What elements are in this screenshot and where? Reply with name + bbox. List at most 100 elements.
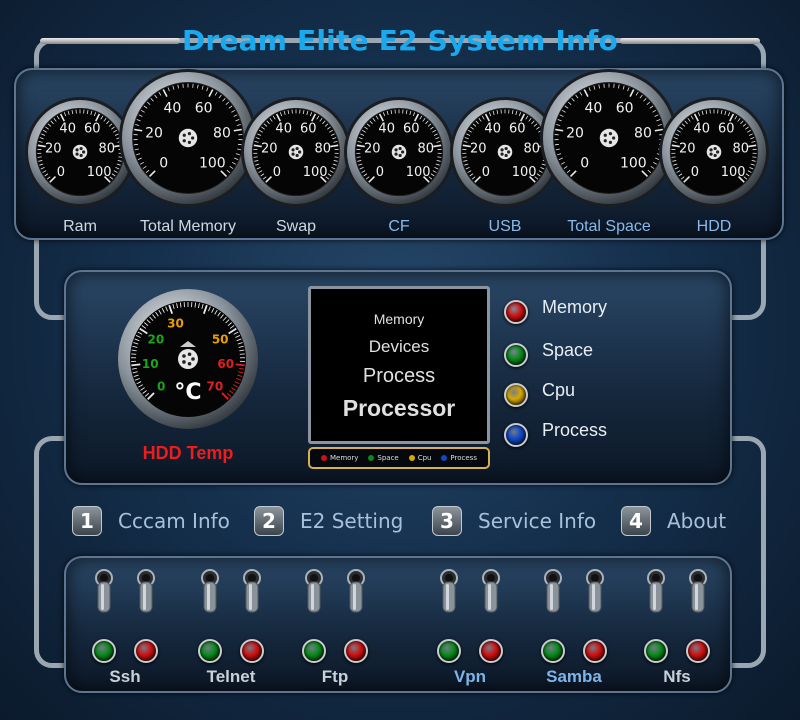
samba-status-on-led[interactable]	[541, 639, 565, 663]
ssh-service-label: Ssh	[109, 667, 141, 686]
tab-label-about[interactable]: About	[667, 509, 726, 533]
legend-led-memory	[504, 300, 528, 324]
hdd-gauge: 0 20 40 60 80 100	[658, 96, 770, 208]
legend-label-process: Process	[542, 420, 608, 440]
gauge-tick-label: 0	[580, 155, 589, 171]
screen-line-processor: Processor	[342, 395, 456, 421]
vpn-toggle-start[interactable]	[437, 568, 461, 614]
legend-bar-space: Space	[368, 454, 399, 462]
hdd-temp-gauge: 0 10 20 30 50 60 70 °C	[114, 285, 262, 433]
gauge-tick-label: 20	[261, 141, 278, 156]
tab-cccam-info[interactable]: 1 Cccam Info	[72, 506, 230, 536]
gauge-tick-label: 40	[693, 122, 710, 137]
screen-line-devices: Devices	[368, 337, 430, 356]
legend-bar-cpu: Cpu	[408, 454, 431, 462]
samba-toggle-start[interactable]	[541, 568, 565, 614]
gauge-tick-label: 100	[406, 165, 431, 180]
info-screen: Memory Devices Process Processor	[308, 286, 490, 444]
telnet-toggle-stop[interactable]	[240, 568, 264, 614]
vpn-status-off-led[interactable]	[479, 639, 503, 663]
gauge-tick-label: 40	[484, 122, 501, 137]
gauge-tick-label: 80	[523, 141, 540, 156]
ssh-toggle-stop[interactable]	[134, 568, 158, 614]
nfs-status-off-led[interactable]	[686, 639, 710, 663]
legend-led-cpu	[504, 383, 528, 407]
ssh-toggle-start[interactable]	[92, 568, 116, 614]
swap-gauge: 0 20 40 60 80 100	[240, 96, 352, 208]
legend-led-space	[504, 343, 528, 367]
gauge-tick-label: 60	[195, 100, 213, 116]
total-memory-gauge: 0 20 40 60 80 100	[118, 68, 258, 208]
gauge-tick-label: 0	[159, 155, 168, 171]
gauge-tick-label: 40	[163, 100, 181, 116]
vpn-status-on-led[interactable]	[437, 639, 461, 663]
ftp-toggle-stop[interactable]	[344, 568, 368, 614]
gauge-tick-label: 0	[57, 165, 65, 180]
gauge-tick-label: 100	[620, 155, 647, 171]
tab-label-e2-setting[interactable]: E2 Setting	[300, 509, 403, 533]
gauge-tick-label: 40	[275, 122, 292, 137]
legend-bar-process: Process	[441, 454, 477, 462]
legend-label-cpu: Cpu	[542, 380, 576, 400]
telnet-status-on-led[interactable]	[198, 639, 222, 663]
gauge-tick-label: 60	[718, 122, 735, 137]
gauge-tick-label: 60	[509, 122, 526, 137]
gauge-tick-label: 100	[87, 165, 112, 180]
tab-e2-setting[interactable]: 2 E2 Setting	[254, 506, 403, 536]
gauge-tick-label: 80	[417, 141, 434, 156]
hdd-temp-label: HDD Temp	[142, 443, 234, 463]
samba-status-off-led[interactable]	[583, 639, 607, 663]
tab-number-4[interactable]: 4	[621, 506, 651, 536]
gauge-tick-label: 60	[403, 122, 420, 137]
gauge-tick-label: 80	[732, 141, 749, 156]
tab-label-cccam-info[interactable]: Cccam Info	[118, 509, 230, 533]
ftp-status-on-led[interactable]	[302, 639, 326, 663]
legend-bar-memory: Memory	[320, 454, 358, 462]
tab-service-info[interactable]: 3 Service Info	[432, 506, 596, 536]
ftp-toggle-start[interactable]	[302, 568, 326, 614]
telnet-service-label: Telnet	[206, 667, 256, 686]
gauge-tick-label: 20	[364, 141, 381, 156]
telnet-status-off-led[interactable]	[240, 639, 264, 663]
tab-number-3[interactable]: 3	[432, 506, 462, 536]
temp-unit-label: °C	[174, 380, 201, 405]
gauge-tick-label: 60	[300, 122, 317, 137]
hdd-gauge-label: HDD	[696, 218, 732, 235]
gauge-tick-label: 60	[616, 100, 634, 116]
screen-line-memory: Memory	[373, 311, 425, 327]
gauge-tick-label: 80	[314, 141, 331, 156]
tab-label-service-info[interactable]: Service Info	[478, 509, 596, 533]
gauge-tick-label: 0	[376, 165, 384, 180]
samba-service-label: Samba	[546, 667, 602, 686]
gauge-tick-label: 100	[303, 165, 328, 180]
gauge-tick-label: 20	[470, 141, 487, 156]
gauge-tick-label: 20	[145, 126, 163, 142]
samba-toggle-stop[interactable]	[583, 568, 607, 614]
gauge-tick-label: 0	[482, 165, 490, 180]
gauge-tick-label: 20	[45, 141, 62, 156]
tab-number-2[interactable]: 2	[254, 506, 284, 536]
telnet-toggle-start[interactable]	[198, 568, 222, 614]
nfs-toggle-start[interactable]	[644, 568, 668, 614]
gauge-tick-label: 80	[213, 126, 231, 142]
temp-tick-label: 70	[207, 379, 224, 393]
temp-tick-label: 0	[157, 379, 165, 393]
gauge-tick-label: 60	[84, 122, 101, 137]
page-title: Dream Elite E2 System Info	[181, 24, 618, 57]
ssh-status-off-led[interactable]	[134, 639, 158, 663]
gauge-tick-label: 20	[566, 126, 584, 142]
gauge-tick-label: 100	[199, 155, 226, 171]
tab-number-1[interactable]: 1	[72, 506, 102, 536]
nfs-toggle-stop[interactable]	[686, 568, 710, 614]
legend-led-process	[504, 423, 528, 447]
screen-line-process: Process	[362, 365, 436, 387]
nfs-status-on-led[interactable]	[644, 639, 668, 663]
ssh-status-on-led[interactable]	[92, 639, 116, 663]
vpn-toggle-stop[interactable]	[479, 568, 503, 614]
gauge-tick-label: 40	[59, 122, 76, 137]
gauge-tick-label: 100	[721, 165, 746, 180]
tab-about[interactable]: 4 About	[621, 506, 726, 536]
ftp-status-off-led[interactable]	[344, 639, 368, 663]
legend-label-memory: Memory	[542, 297, 608, 317]
ftp-service-label: Ftp	[321, 667, 349, 686]
